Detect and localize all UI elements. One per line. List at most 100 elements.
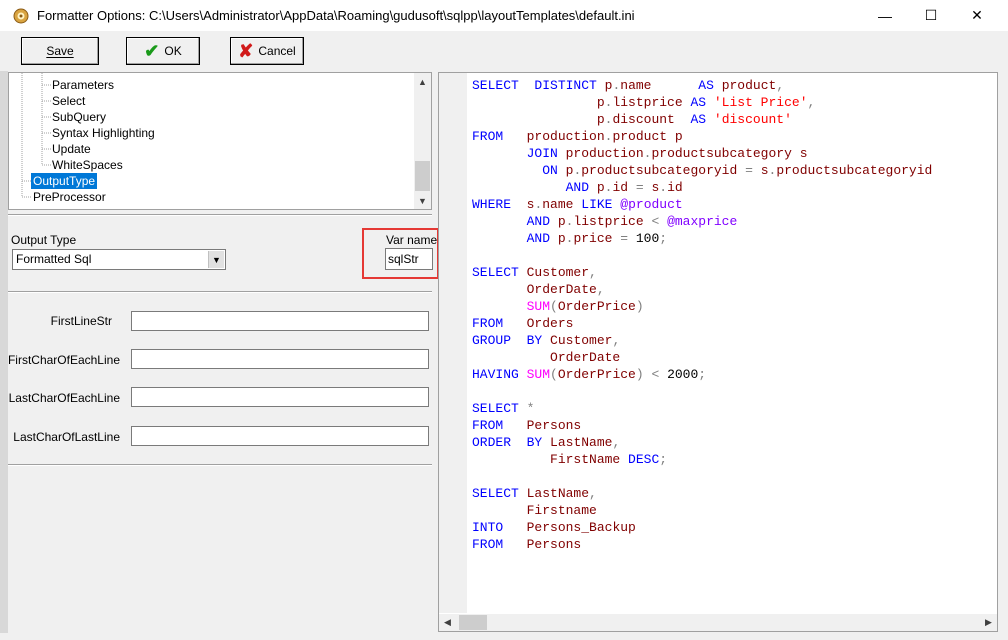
code-line: AND p.price = 100; — [472, 230, 932, 247]
code-token: DISTINCT — [534, 78, 597, 93]
cancel-button-label: Cancel — [258, 44, 296, 58]
code-token: productsubcategoryid — [581, 163, 738, 178]
code-token: LIKE — [573, 197, 613, 212]
code-token: , — [776, 78, 785, 93]
code-token: FROM — [472, 129, 504, 144]
cancel-x-icon: ✘ — [238, 41, 254, 61]
chevron-down-icon[interactable]: ▼ — [208, 251, 224, 268]
annotation-highlight-box — [362, 228, 439, 279]
tree-item-outputtype[interactable]: OutputType — [31, 173, 98, 189]
editor-horizontal-scrollbar[interactable]: ◀ ▶ — [439, 614, 997, 631]
code-token: Customer — [542, 333, 613, 348]
toolbar: Save ✔ OK ✘ Cancel — [0, 31, 1008, 71]
code-token: Persons — [526, 418, 582, 433]
tree-item-whitespaces[interactable]: WhiteSpaces — [52, 157, 123, 173]
code-token: name — [542, 197, 574, 212]
code-line: Firstname — [472, 502, 932, 519]
first-char-of-each-line-input[interactable] — [131, 349, 429, 369]
tree-scrollbar[interactable]: ▲ ▼ — [414, 73, 431, 209]
minimize-icon: — — [878, 7, 892, 24]
code-token: production — [557, 146, 644, 161]
code-token: , — [596, 282, 605, 297]
code-token: AS — [698, 78, 714, 93]
check-icon: ✔ — [144, 41, 160, 61]
code-line: ON p.productsubcategoryid = s.productsub… — [472, 162, 932, 179]
scroll-right-icon[interactable]: ▶ — [980, 614, 997, 631]
code-line: p.listprice AS 'List Price', — [472, 94, 932, 111]
code-line: FROM Persons — [472, 536, 932, 553]
code-line: GROUP BY Customer, — [472, 332, 932, 349]
maximize-button[interactable]: ☐ — [908, 0, 954, 31]
editor-scroll-thumb[interactable] — [459, 615, 487, 630]
code-token: p — [596, 78, 613, 93]
code-token: product — [713, 78, 777, 93]
code-token: , — [589, 486, 597, 501]
code-token: id — [667, 180, 683, 195]
code-token: SELECT — [472, 265, 519, 280]
code-line: FROM production.product p — [472, 128, 932, 145]
ok-button[interactable]: ✔ OK — [126, 37, 200, 65]
minimize-button[interactable]: — — [862, 0, 908, 31]
last-char-of-last-line-label: LastCharOfLastLine — [13, 430, 120, 444]
close-button[interactable]: ✕ — [954, 0, 1000, 31]
last-char-of-last-line-input[interactable] — [131, 426, 429, 446]
code-token: productsubcategoryid — [776, 163, 933, 178]
tree-item-select[interactable]: Select — [52, 93, 85, 109]
save-button[interactable]: Save — [21, 37, 99, 65]
code-token: . — [659, 180, 668, 195]
cancel-button[interactable]: ✘ Cancel — [230, 37, 304, 65]
divider — [8, 214, 432, 216]
scroll-down-icon[interactable]: ▼ — [414, 192, 431, 209]
tree-item-syntax-highlighting[interactable]: Syntax Highlighting — [52, 125, 155, 141]
code-token: listprice — [573, 214, 644, 229]
code-token: JOIN — [526, 146, 558, 161]
scroll-up-icon[interactable]: ▲ — [414, 73, 431, 90]
code-token: AND — [526, 214, 551, 229]
code-line: AND p.listprice < @maxprice — [472, 213, 932, 230]
code-token: p — [557, 163, 574, 178]
code-token: HAVING — [472, 367, 519, 382]
tree-item-update[interactable]: Update — [52, 141, 91, 157]
code-token: Customer — [518, 265, 590, 280]
code-token: SELECT — [472, 78, 519, 93]
code-line: FirstName DESC; — [472, 451, 932, 468]
code-token: * — [518, 401, 535, 416]
code-token: ) — [635, 367, 644, 382]
output-type-select[interactable]: Formatted Sql ▼ — [12, 249, 226, 270]
code-token: 'List Price' — [706, 95, 808, 110]
background-window-edge — [0, 38, 8, 633]
code-token: 2000 — [667, 367, 699, 382]
code-token: p — [550, 214, 566, 229]
app-icon — [13, 8, 29, 24]
tree-item-subquery[interactable]: SubQuery — [52, 109, 106, 125]
scroll-left-icon[interactable]: ◀ — [439, 614, 456, 631]
tree-scroll-thumb[interactable] — [415, 161, 430, 191]
options-tree[interactable]: Parameters Select SubQuery Syntax Highli… — [8, 72, 432, 210]
code-token: AS — [682, 95, 707, 110]
code-token: Orders — [526, 316, 574, 331]
code-token: BY — [526, 435, 543, 450]
sql-preview-editor[interactable]: SELECT DISTINCT p. name AS product, p.lis… — [438, 72, 998, 632]
tree-item-preprocessor[interactable]: PreProcessor — [33, 189, 106, 205]
code-token: name — [620, 78, 652, 93]
code-token: , — [807, 95, 816, 110]
code-token: AND — [565, 180, 590, 195]
close-icon: ✕ — [971, 7, 983, 23]
code-line: HAVING SUM(OrderPrice) < 2000; — [472, 366, 932, 383]
code-token: < — [643, 367, 668, 382]
tree-item-parameters[interactable]: Parameters — [52, 77, 114, 93]
code-token: OrderPrice — [557, 367, 636, 382]
code-token: OrderDate — [526, 282, 597, 297]
last-char-of-each-line-input[interactable] — [131, 387, 429, 407]
first-line-str-input[interactable] — [131, 311, 429, 331]
code-token: p — [550, 231, 566, 246]
